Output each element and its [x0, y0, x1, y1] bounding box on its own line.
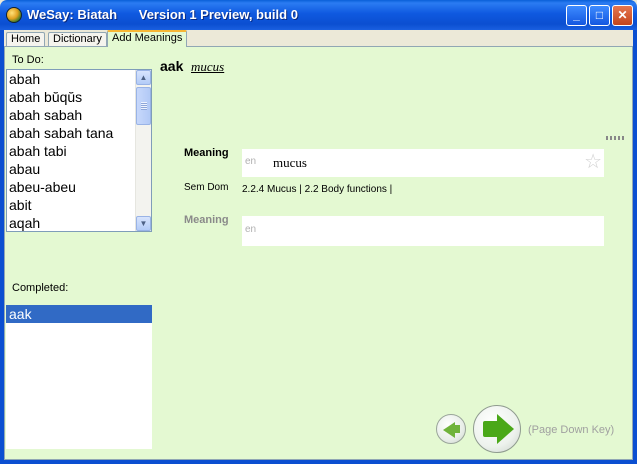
star-icon[interactable]: ☆ — [584, 151, 602, 173]
semdom-label: Sem Dom — [184, 182, 229, 193]
writing-system-label: en — [245, 224, 257, 235]
todo-scrollbar[interactable]: ▲ ▼ — [135, 70, 151, 231]
list-item[interactable]: abah tabi — [7, 142, 151, 160]
completed-label: Completed: — [12, 282, 69, 294]
minimize-button[interactable]: _ — [566, 5, 587, 26]
tab-add-meanings[interactable]: Add Meanings — [107, 30, 188, 47]
window-frame-bottom — [0, 460, 637, 464]
list-item[interactable]: abah sabah — [7, 106, 151, 124]
list-item[interactable]: abah bŭqŭs — [7, 88, 151, 106]
page-down-hint: (Page Down Key) — [528, 424, 615, 436]
list-item[interactable]: abah — [7, 70, 151, 88]
list-item-selected[interactable]: aak — [6, 305, 152, 323]
semdom-value[interactable]: 2.2.4 Mucus | 2.2 Body functions | — [242, 184, 392, 195]
window-title: WeSay: Biatah Version 1 Preview, build 0 — [27, 7, 298, 22]
scroll-thumb[interactable] — [136, 87, 151, 125]
todo-list[interactable]: abah abah bŭqŭs abah sabah abah sabah ta… — [6, 69, 152, 232]
more-options-icon[interactable] — [606, 136, 624, 140]
gloss-link[interactable]: mucus — [191, 59, 224, 75]
maximize-button[interactable]: □ — [589, 5, 610, 26]
meaning-value[interactable]: mucus — [273, 155, 307, 171]
close-button[interactable]: ✕ — [612, 5, 633, 26]
previous-arrow-icon[interactable] — [436, 414, 466, 444]
meaning-label-empty: Meaning — [184, 214, 229, 226]
scroll-up-icon[interactable]: ▲ — [136, 70, 151, 85]
list-item[interactable]: abeu-abeu — [7, 178, 151, 196]
meaning-field-empty[interactable]: en — [242, 216, 604, 246]
meaning-field[interactable]: en mucus ☆ — [242, 149, 604, 177]
tab-dictionary[interactable]: Dictionary — [48, 32, 107, 47]
todo-label: To Do: — [12, 54, 44, 66]
tab-home[interactable]: Home — [6, 32, 46, 47]
list-item[interactable]: abah sabah tana — [7, 124, 151, 142]
title-bar: WeSay: Biatah Version 1 Preview, build 0… — [0, 0, 637, 30]
next-arrow-head — [497, 414, 514, 444]
completed-list[interactable]: aak — [6, 305, 152, 449]
list-item[interactable]: abau — [7, 160, 151, 178]
tab-strip: Home Dictionary Add Meanings — [4, 30, 633, 47]
list-item[interactable]: aqah — [7, 214, 151, 231]
list-item[interactable]: abit — [7, 196, 151, 214]
writing-system-label: en — [245, 156, 257, 167]
app-icon — [6, 7, 22, 23]
meaning-label: Meaning — [184, 147, 229, 159]
window-frame-right — [633, 30, 637, 464]
headword: aak — [160, 58, 184, 74]
scroll-down-icon[interactable]: ▼ — [136, 216, 151, 231]
previous-arrow-stem — [453, 425, 460, 433]
